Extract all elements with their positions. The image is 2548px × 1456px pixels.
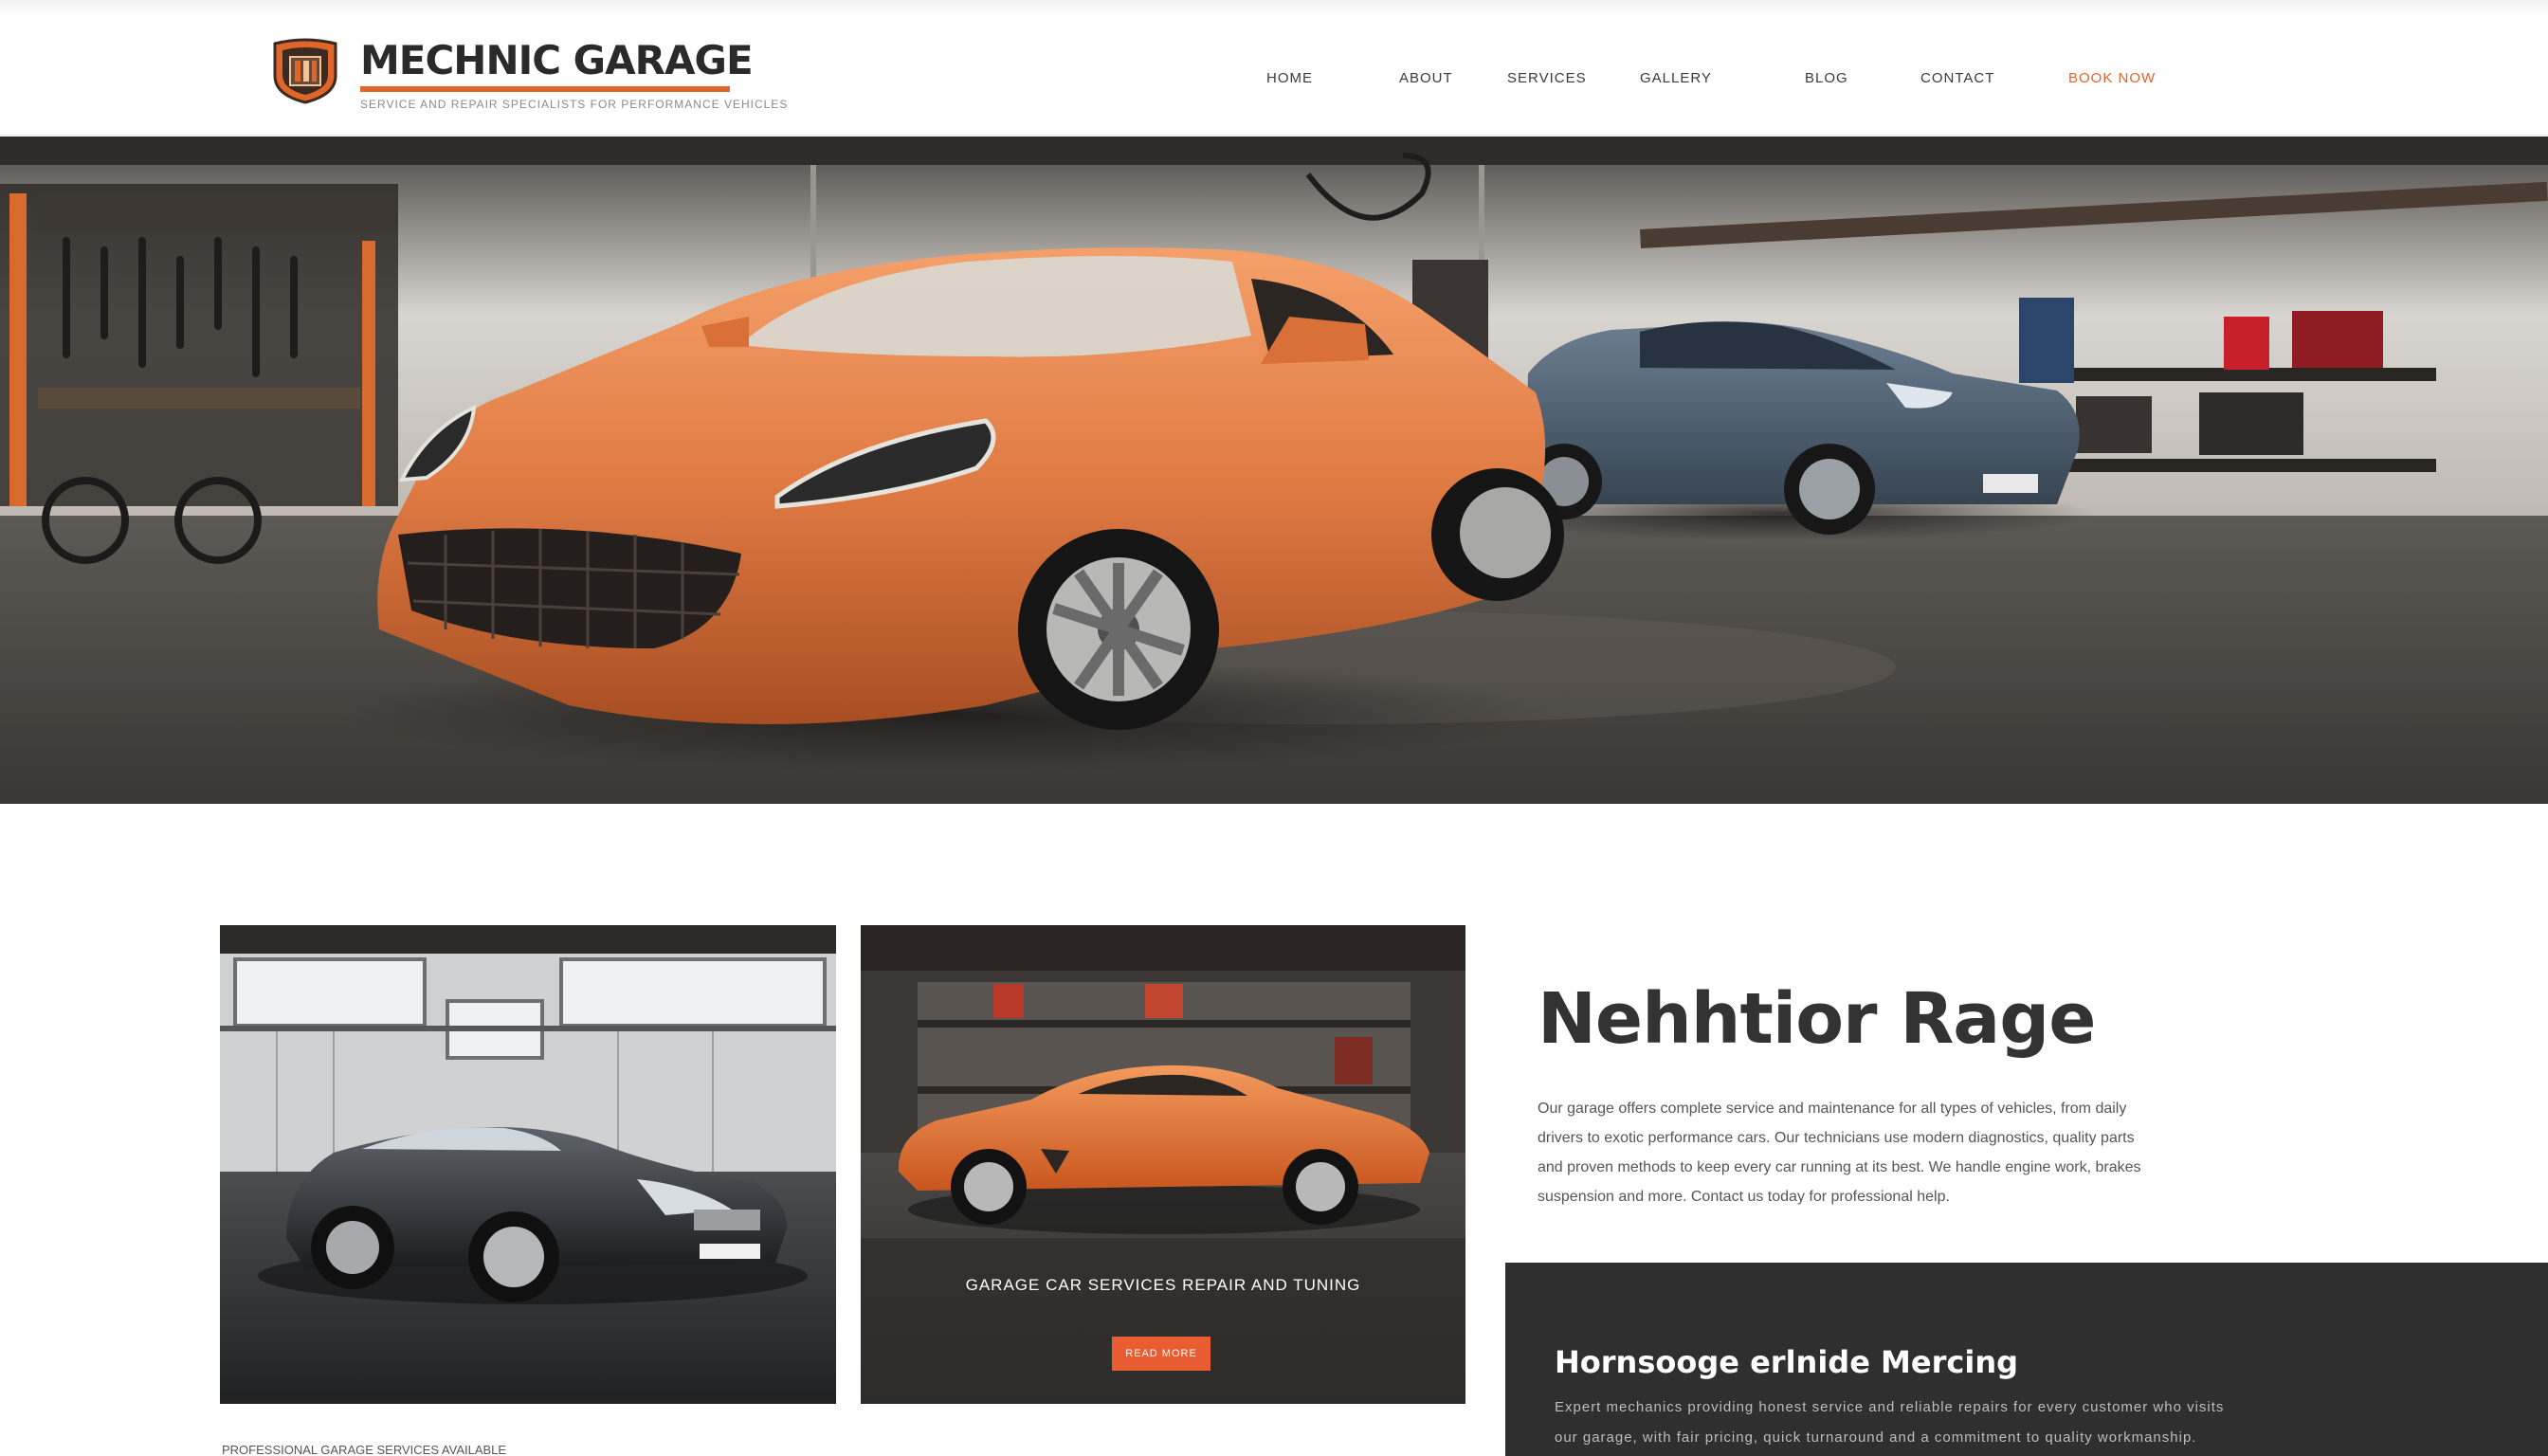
- card-caption: GARAGE CAR SERVICES REPAIR AND TUNING: [965, 1276, 1361, 1294]
- intro-paragraph-line: Our garage offers complete service and m…: [1538, 1101, 2127, 1117]
- orange-coupe-image: [861, 925, 1465, 1404]
- site-header: MECHNIC GARAGE SERVICE AND REPAIR SPECIA…: [0, 15, 2548, 136]
- black-coupe-image: [220, 925, 836, 1404]
- main-nav: HOME ABOUT SERVICES GALLERY BLOG CONTACT…: [0, 70, 2548, 99]
- footnote-text: PROFESSIONAL GARAGE SERVICES AVAILABLE: [222, 1443, 507, 1456]
- hero-garage-car-image: [0, 136, 2548, 804]
- dark-info-panel: Hornsooge erlnide Mercing Expert mechani…: [1505, 1263, 2548, 1456]
- brand-tagline: SERVICE AND REPAIR SPECIALISTS FOR PERFO…: [360, 98, 789, 111]
- nav-services[interactable]: SERVICES: [1507, 70, 1587, 86]
- gallery-card-orange-coupe[interactable]: GARAGE CAR SERVICES REPAIR AND TUNING RE…: [861, 925, 1465, 1404]
- nav-contact[interactable]: CONTACT: [1920, 70, 1994, 86]
- intro-paragraph-line: drivers to exotic performance cars. Our …: [1538, 1130, 2135, 1146]
- nav-about[interactable]: ABOUT: [1399, 70, 1453, 86]
- intro-body: Our garage offers complete service and m…: [1538, 1094, 2144, 1211]
- nav-book-now[interactable]: BOOK NOW: [2068, 70, 2156, 86]
- intro-paragraph-line: and proven methods to keep every car run…: [1538, 1159, 2141, 1175]
- intro-title: Nehhtior Rage: [1538, 978, 2096, 1060]
- nav-gallery[interactable]: GALLERY: [1640, 70, 1712, 86]
- panel-text-line: Expert mechanics providing honest servic…: [1555, 1399, 2225, 1415]
- panel-title: Hornsooge erlnide Mercing: [1555, 1344, 2018, 1380]
- top-edge: [0, 0, 2548, 15]
- intro-section: Nehhtior Rage Our garage offers complete…: [1538, 976, 2144, 1211]
- hero-banner: [0, 136, 2548, 804]
- nav-blog[interactable]: BLOG: [1805, 70, 1848, 86]
- panel-text-line: our garage, with fair pricing, quick tur…: [1555, 1429, 2197, 1446]
- nav-home[interactable]: HOME: [1266, 70, 1313, 86]
- gallery-card-black-coupe[interactable]: [220, 925, 836, 1404]
- intro-paragraph-line: suspension and more. Contact us today fo…: [1538, 1189, 1950, 1205]
- read-more-button[interactable]: READ MORE: [1112, 1337, 1210, 1371]
